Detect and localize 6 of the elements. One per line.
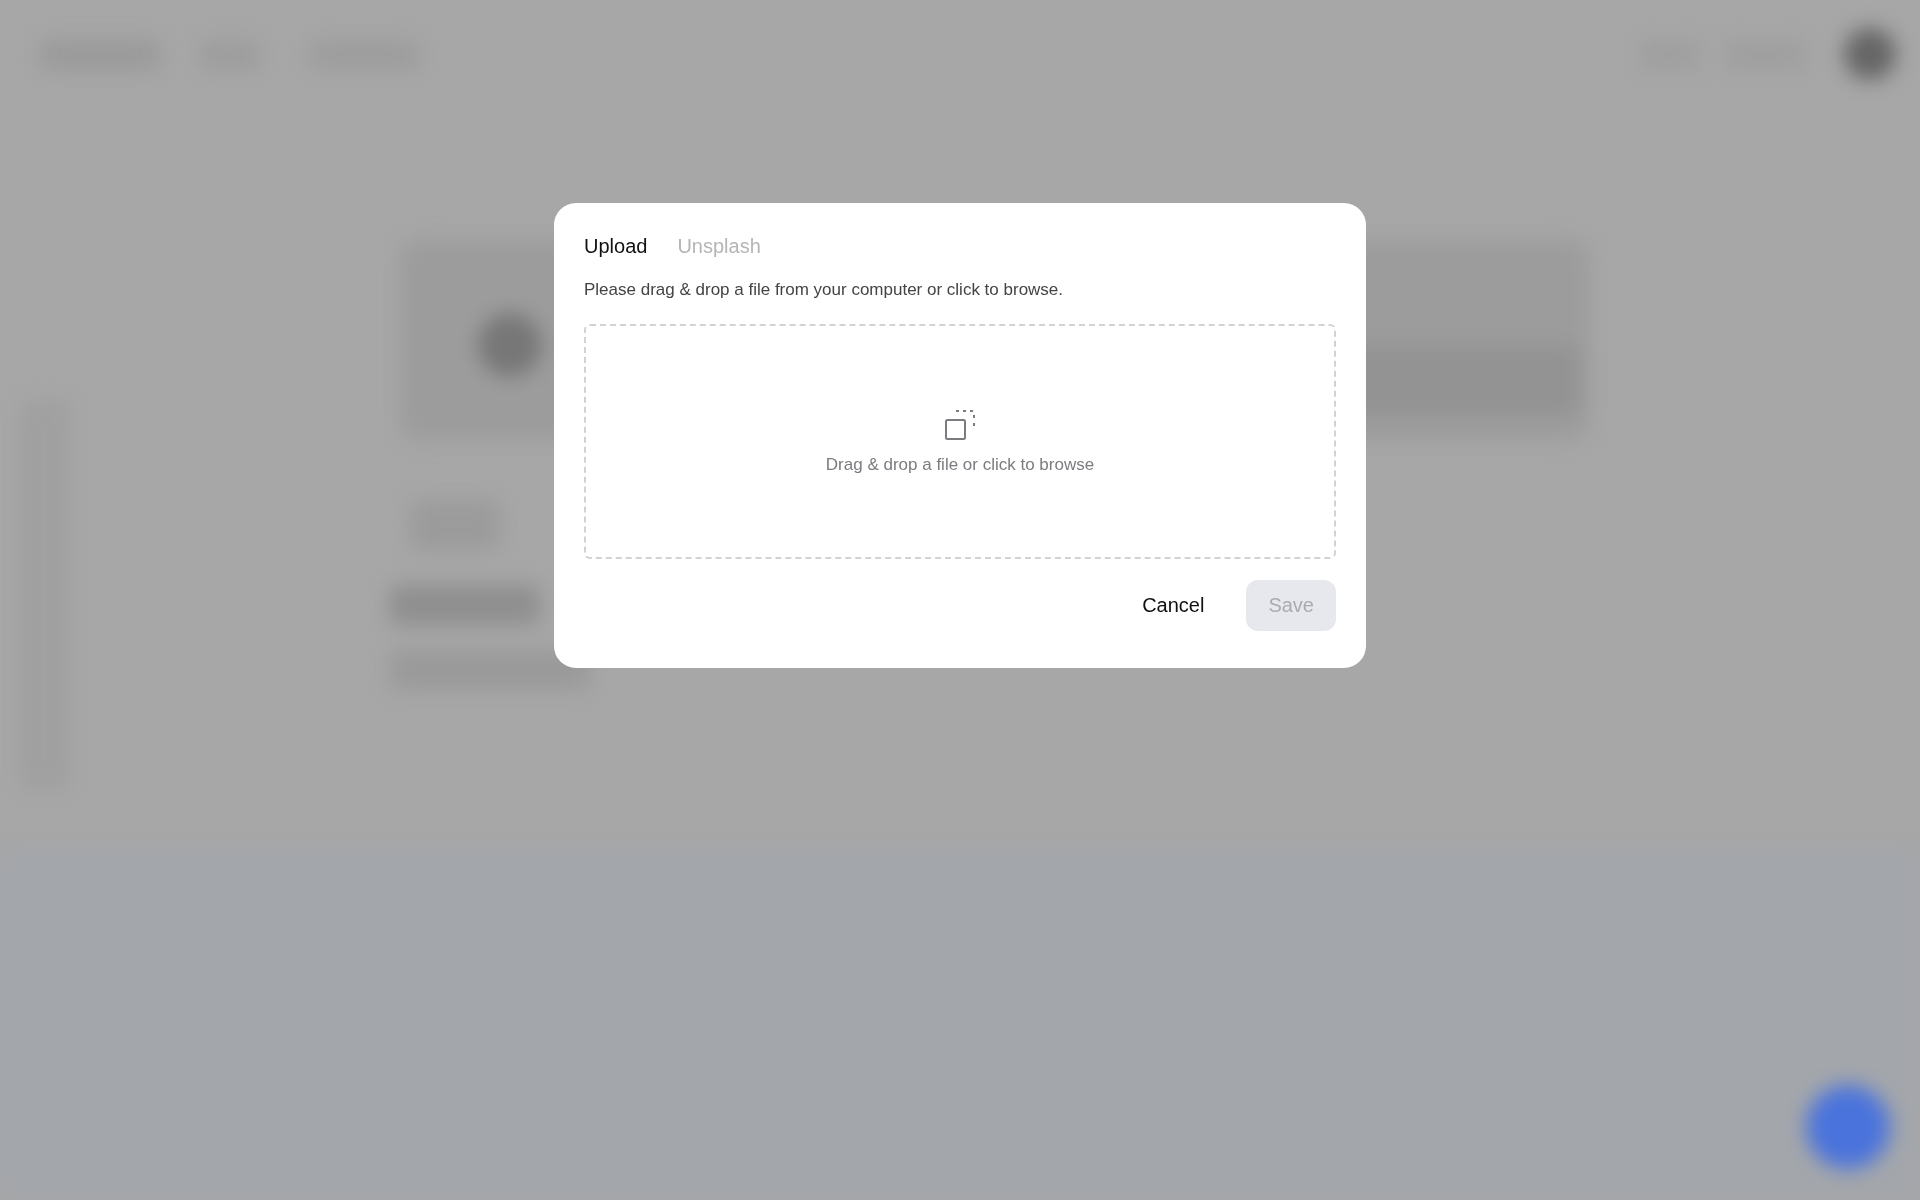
dialog-description: Please drag & drop a file from your computer or click to browse. xyxy=(584,280,1065,300)
file-dropzone[interactable]: Drag & drop a file or click to browse xyxy=(584,324,1336,559)
image-placeholder-icon xyxy=(944,408,976,441)
cancel-button[interactable]: Cancel xyxy=(1130,580,1217,631)
dialog-tab[interactable]: Upload xyxy=(584,231,648,262)
dropzone-hint: Drag & drop a file or click to browse xyxy=(825,454,1095,475)
